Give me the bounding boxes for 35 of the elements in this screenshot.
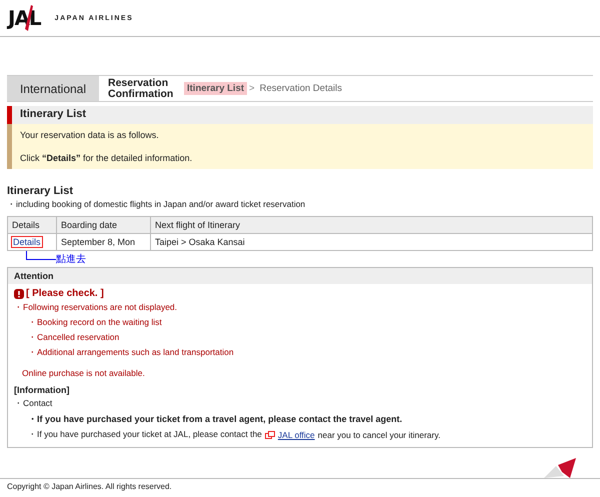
info-item: ・If you have purchased your ticket from a travel agent, please contact the travel agent.: [27, 413, 404, 426]
copyright: Copyright © Japan Airlines. All rights reserved.: [0, 478, 600, 497]
attention-item: ・Additional arrangements such as land transportation: [27, 347, 235, 359]
leader-line: [26, 251, 56, 260]
info-item: near you to cancel your itinerary.: [318, 430, 440, 440]
table-cell: Taipei > Osaka Kansai: [150, 234, 592, 250]
purchase-note: Online purchase is not available.: [21, 368, 146, 378]
info-item: ・If you have purchased your ticket at JAL, please contact the: [28, 429, 262, 441]
page-title: Reservation Confirmation: [107, 78, 174, 100]
table-cell: September 8, Mon: [56, 234, 150, 250]
section-title: Itinerary List: [7, 106, 593, 124]
info-item: ・Contact: [14, 398, 54, 410]
step-separator: >: [249, 83, 255, 94]
info-title: [Information]: [14, 385, 70, 395]
warning-icon: [14, 288, 24, 298]
attention-item: ・Cancelled reservation: [27, 332, 120, 344]
attention-header: Attention: [8, 268, 592, 284]
details-link[interactable]: Details: [12, 237, 42, 247]
column-header: Boarding date: [56, 216, 150, 234]
column-header: Next flight of Itinerary: [150, 216, 592, 234]
tail-logo: [544, 458, 578, 478]
annotation-text: 點進去: [56, 252, 86, 266]
external-link-icon: [264, 431, 275, 439]
list-title: Itinerary List: [7, 185, 74, 197]
attention-item: ・Following reservations are not displayed.: [14, 302, 178, 314]
breadcrumb-step: Reservation Details: [256, 82, 345, 95]
attention-item: ・Booking record on the waiting list: [27, 317, 163, 329]
info-text: Click “Details” for the detailed information.: [20, 153, 194, 163]
column-header: Details: [8, 216, 56, 234]
info-text: Your reservation data is as follows.: [20, 130, 160, 140]
breadcrumb-step: Itinerary List: [184, 82, 248, 95]
check-title: [ Please check. ]: [26, 288, 104, 299]
list-note: ・including booking of domestic flights in Japan and/or award ticket reservation: [7, 199, 306, 211]
office-link[interactable]: JAL office: [278, 430, 315, 440]
section-label: International: [7, 76, 99, 101]
